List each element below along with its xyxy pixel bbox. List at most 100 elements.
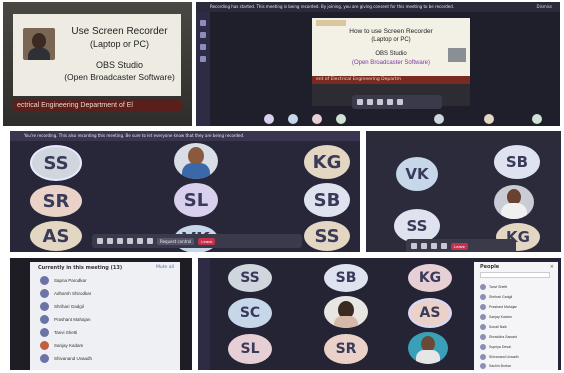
avatar (480, 284, 486, 290)
avatar-tile[interactable]: SC (228, 298, 272, 328)
avatar (480, 354, 486, 360)
avatar-tile[interactable]: AS (408, 298, 452, 328)
shared-slide-software: OBS Studio (375, 51, 407, 57)
avatar (40, 341, 49, 350)
teams-icon[interactable] (200, 44, 206, 50)
list-item[interactable]: Shivanand Uvaadh (40, 352, 174, 365)
avatar-tile[interactable]: SS (228, 264, 272, 292)
panel-gallery-people: SS SB KG SC AS SL SR People × Tanvi Shet… (198, 258, 561, 370)
avatar-tile[interactable]: SR (324, 334, 368, 364)
camera-icon[interactable] (97, 238, 103, 244)
list-title: Currently in this meeting (13) (38, 265, 123, 271)
list-item[interactable]: Shrihari Gadgil (40, 300, 174, 313)
leave-button[interactable]: Leave (198, 237, 216, 245)
share-icon[interactable] (117, 238, 123, 244)
participant-avatar[interactable] (484, 114, 494, 124)
avatar (40, 354, 49, 363)
avatar-tile[interactable]: SB (494, 145, 540, 179)
list-item[interactable]: Supriya Desai (480, 342, 554, 352)
panel-participant-list: Currently in this meeting (13) Mute all … (10, 258, 192, 370)
mic-icon[interactable] (421, 243, 427, 249)
slide-footer: ectrical Engineering Department of El (13, 99, 181, 112)
participant-strip (214, 112, 554, 126)
avatar (40, 276, 49, 285)
list-item[interactable]: Shraddha Sawant (480, 332, 554, 342)
list-item[interactable]: Sachin Borkar (480, 361, 554, 370)
slide-software: OBS Studio (95, 60, 144, 70)
avatar-tile[interactable]: SL (228, 334, 272, 364)
share-icon[interactable] (377, 99, 383, 105)
panel-screen-recorder-slide: Use Screen Recorder (Laptop or PC) OBS S… (3, 2, 192, 126)
slide-logo (316, 20, 346, 26)
avatar-tile[interactable]: SR (30, 185, 82, 217)
participant-avatar[interactable] (288, 114, 298, 124)
shared-slide-software-sub: (Open Broadcaster Software) (351, 60, 431, 66)
people-icon[interactable] (147, 238, 153, 244)
request-control-button[interactable]: Request control (157, 237, 195, 245)
slide-subtitle: (Laptop or PC) (89, 39, 150, 49)
avatar (40, 289, 49, 298)
mic-icon[interactable] (107, 238, 113, 244)
participant-avatar[interactable] (532, 114, 542, 124)
shared-slide: How to use Screen Recorder (Laptop or PC… (312, 18, 470, 106)
list-item[interactable]: Prashant Mahajan (480, 302, 554, 312)
list-item[interactable]: Tanvi Shetti (40, 326, 174, 339)
list-item[interactable]: Tanvi Shetti (480, 282, 554, 292)
list-item[interactable]: Prashant Mahajan (40, 313, 174, 326)
share-icon[interactable] (431, 243, 437, 249)
invite-input[interactable] (480, 272, 550, 278)
dismiss-button[interactable]: Dismiss (537, 4, 552, 9)
camera-icon[interactable] (411, 243, 417, 249)
participant-avatar[interactable] (312, 114, 322, 124)
recording-notice: Recording has started. This meeting is b… (196, 2, 560, 12)
chat-icon[interactable] (200, 32, 206, 38)
shared-slide-footer: ent of Electrical Engineering Departm (312, 76, 470, 84)
avatar-tile[interactable]: SB (304, 183, 350, 217)
avatar-tile[interactable]: SS (30, 145, 82, 181)
participant-video[interactable] (494, 185, 534, 219)
participant-video[interactable] (174, 143, 218, 179)
chat-icon[interactable] (137, 238, 143, 244)
list-item[interactable]: Sonali Naik (480, 322, 554, 332)
more-icon[interactable] (441, 243, 447, 249)
calendar-icon[interactable] (200, 56, 206, 62)
participant-avatar[interactable] (264, 114, 274, 124)
avatar-tile[interactable]: SB (324, 264, 368, 292)
people-pane-title: People (480, 264, 500, 270)
more-icon[interactable] (387, 99, 393, 105)
avatar (480, 344, 486, 350)
participant-avatar[interactable] (434, 114, 444, 124)
participant-video[interactable] (408, 332, 448, 364)
avatar-tile[interactable]: VK (396, 157, 438, 191)
avatar-tile[interactable]: AS (30, 221, 82, 251)
presenter-thumbnail (448, 48, 466, 62)
call-toolbar (352, 95, 442, 109)
avatar (480, 324, 486, 330)
camera-icon[interactable] (357, 99, 363, 105)
avatar-tile[interactable]: KG (304, 145, 350, 179)
close-icon[interactable]: × (550, 264, 554, 270)
participant-video[interactable] (324, 296, 368, 328)
avatar-tile[interactable]: SL (174, 183, 218, 217)
list-item[interactable]: Sanjay Kadam (480, 312, 554, 322)
avatar (480, 334, 486, 340)
avatar-tile[interactable]: SS (304, 221, 350, 251)
mic-icon[interactable] (367, 99, 373, 105)
chat-icon[interactable] (397, 99, 403, 105)
more-icon[interactable] (127, 238, 133, 244)
leave-button[interactable]: Leave (451, 242, 468, 250)
activity-icon[interactable] (200, 20, 206, 26)
list-item[interactable]: Sapna Parodkar (40, 274, 174, 287)
list-item[interactable]: Shrihari Gadgil (480, 292, 554, 302)
avatar-tile[interactable]: KG (408, 264, 452, 292)
panel-gallery-recording: You're recording. This also recording th… (10, 131, 360, 252)
avatar-tile[interactable]: SS (394, 209, 440, 243)
participant-list-pane: Currently in this meeting (13) Mute all … (30, 262, 180, 370)
avatar (40, 328, 49, 337)
list-item[interactable]: Sanjay Kadam (40, 339, 174, 352)
call-toolbar: Request control Leave (92, 234, 302, 248)
call-toolbar: Leave (406, 239, 516, 252)
list-item[interactable]: Adharsh Shirodkar (40, 287, 174, 300)
participant-avatar[interactable] (336, 114, 346, 124)
mute-all-button[interactable]: Mute all (156, 265, 174, 270)
